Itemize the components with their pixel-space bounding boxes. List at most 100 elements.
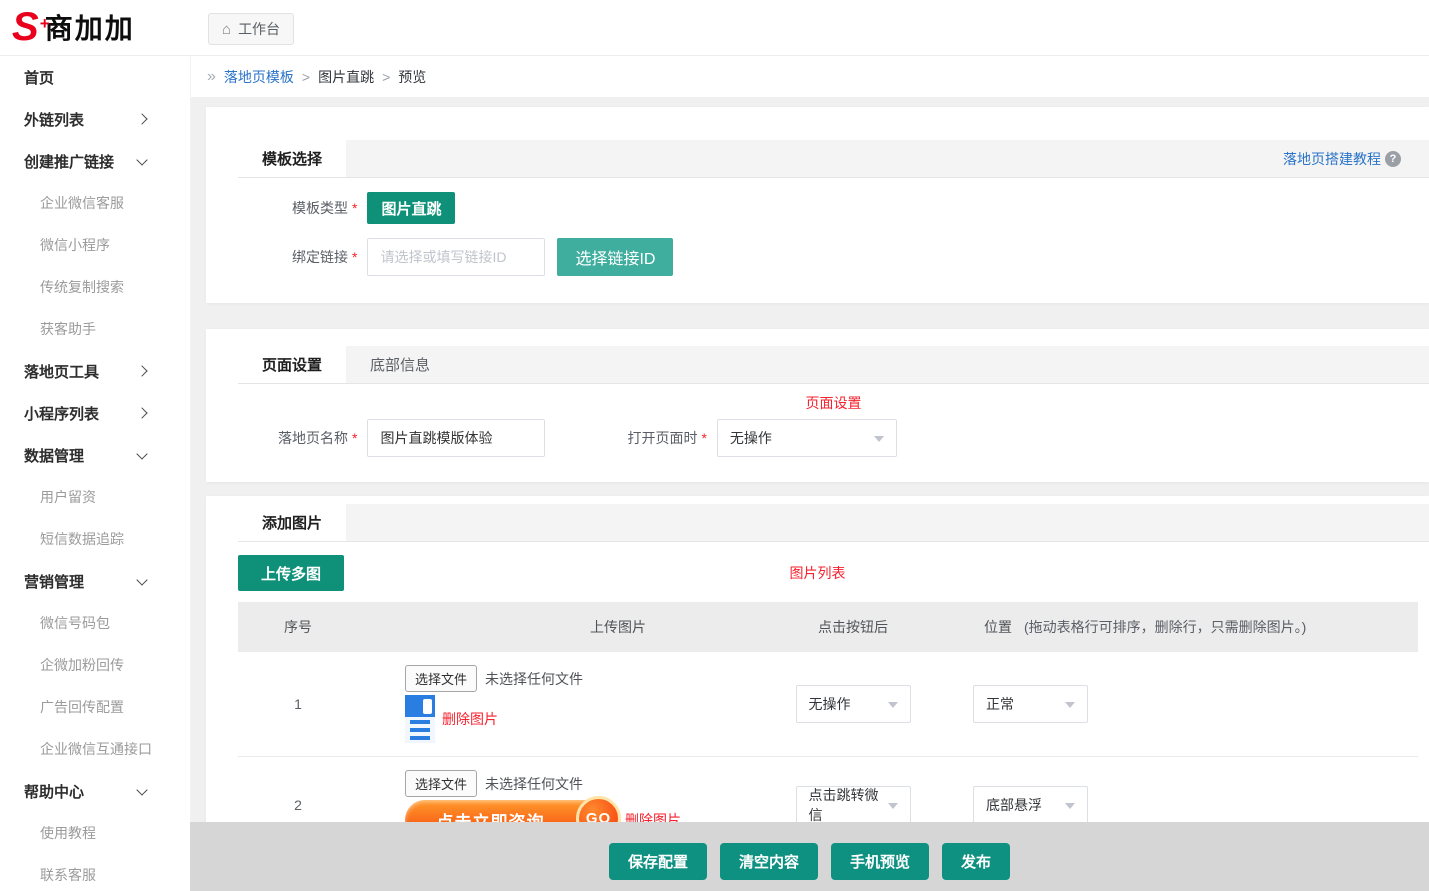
sidebar-item-wecom-fans-callback[interactable]: 企微加粉回传 bbox=[0, 644, 190, 686]
sidebar-item-miniprogram-list[interactable]: 小程序列表 bbox=[0, 392, 190, 434]
sidebar-item-data-management[interactable]: 数据管理 bbox=[0, 434, 190, 476]
sidebar-item-wechat-number-pack[interactable]: 微信号码包 bbox=[0, 602, 190, 644]
template-type-row: 模板类型 * 图片直跳 bbox=[238, 192, 1429, 224]
image-preview-line: 删除图片 bbox=[405, 695, 758, 743]
col-header-click-action: 点击按钮后 bbox=[758, 617, 948, 637]
choose-link-id-button[interactable]: 选择链接ID bbox=[557, 238, 673, 276]
caret-down-icon bbox=[1065, 803, 1075, 814]
landing-name-label: 落地页名称 bbox=[238, 428, 348, 448]
col-header-position: 位置 (拖动表格行可排序，删除行，只需删除图片。) bbox=[948, 617, 1418, 637]
choose-file-button[interactable]: 选择文件 bbox=[405, 770, 477, 797]
tab-add-images[interactable]: 添加图片 bbox=[238, 504, 346, 541]
file-status-text: 未选择任何文件 bbox=[485, 669, 583, 689]
breadcrumb-separator: > bbox=[302, 69, 310, 85]
file-status-text: 未选择任何文件 bbox=[485, 774, 583, 794]
open-page-label: 打开页面时 bbox=[587, 428, 697, 448]
template-type-button[interactable]: 图片直跳 bbox=[367, 192, 455, 224]
sidebar-item-tutorials[interactable]: 使用教程 bbox=[0, 812, 190, 854]
chevron-right-icon bbox=[136, 365, 147, 376]
row-position-cell: 正常 bbox=[948, 685, 1418, 723]
chevron-down-icon bbox=[136, 784, 147, 795]
click-action-select[interactable]: 点击跳转微信 bbox=[796, 786, 911, 824]
sidebar-item-user-leads[interactable]: 用户留资 bbox=[0, 476, 190, 518]
sidebar-item-marketing[interactable]: 营销管理 bbox=[0, 560, 190, 602]
sidebar-item-create-promo-link[interactable]: 创建推广链接 bbox=[0, 140, 190, 182]
row-position-cell: 底部悬浮 bbox=[948, 786, 1418, 824]
sidebar-item-external-links[interactable]: 外链列表 bbox=[0, 98, 190, 140]
save-config-button[interactable]: 保存配置 bbox=[609, 843, 707, 880]
table-row: 1 选择文件 未选择任何文件 删除图片 无操作 bbox=[238, 652, 1418, 757]
brand-name: 商加加 bbox=[45, 7, 135, 47]
bind-link-label: 绑定链接 bbox=[238, 247, 348, 267]
bind-link-input[interactable] bbox=[367, 238, 545, 276]
sidebar-item-wechat-miniprogram[interactable]: 微信小程序 bbox=[0, 224, 190, 266]
sidebar-item-sms-tracking[interactable]: 短信数据追踪 bbox=[0, 518, 190, 560]
help-question-icon: ? bbox=[1385, 151, 1401, 167]
images-card-tabbar: 添加图片 bbox=[238, 504, 1429, 542]
choose-file-button[interactable]: 选择文件 bbox=[405, 665, 477, 692]
sidebar-item-landing-tools[interactable]: 落地页工具 bbox=[0, 350, 190, 392]
tab-footer-info[interactable]: 底部信息 bbox=[346, 346, 454, 383]
app-window: S + 商加加 ⌂ 工作台 首页 外链列表 创建推广链接 企业微信客服 微信小程… bbox=[0, 0, 1429, 891]
row-upload-cell: 选择文件 未选择任何文件 删除图片 bbox=[358, 665, 758, 743]
upload-row: 图片列表 上传多图 bbox=[238, 555, 1429, 591]
sidebar-item-copy-search[interactable]: 传统复制搜索 bbox=[0, 266, 190, 308]
chevron-down-icon bbox=[136, 574, 147, 585]
breadcrumb-item-image-jump: 图片直跳 bbox=[318, 67, 374, 87]
template-card-tabbar: 模板选择 落地页搭建教程 ? bbox=[238, 140, 1429, 178]
footer-action-bar: 保存配置 清空内容 手机预览 发布 bbox=[190, 822, 1429, 891]
table-note: (拖动表格行可排序，删除行，只需删除图片。) bbox=[1024, 617, 1306, 637]
delete-image-link[interactable]: 删除图片 bbox=[442, 709, 498, 729]
bind-link-row: 绑定链接 * 选择链接ID bbox=[238, 238, 1429, 276]
mobile-preview-button[interactable]: 手机预览 bbox=[831, 843, 929, 880]
home-icon: ⌂ bbox=[222, 21, 231, 38]
required-mark: * bbox=[352, 200, 357, 216]
caret-down-icon bbox=[888, 702, 898, 713]
file-input: 选择文件 未选择任何文件 bbox=[405, 665, 758, 692]
chevron-right-icon bbox=[136, 113, 147, 124]
sidebar-item-help-center[interactable]: 帮助中心 bbox=[0, 770, 190, 812]
tab-page-settings[interactable]: 页面设置 bbox=[238, 346, 346, 383]
sidebar-item-wecom-service[interactable]: 企业微信客服 bbox=[0, 182, 190, 224]
row-action-cell: 无操作 bbox=[758, 685, 948, 723]
tab-template-select[interactable]: 模板选择 bbox=[238, 140, 346, 177]
position-select[interactable]: 正常 bbox=[973, 685, 1088, 723]
caret-down-icon bbox=[874, 436, 884, 447]
publish-button[interactable]: 发布 bbox=[942, 843, 1010, 880]
page-settings-section-title: 页面设置 bbox=[238, 393, 1429, 413]
landing-name-input[interactable] bbox=[367, 419, 545, 457]
row-index: 1 bbox=[238, 696, 358, 712]
landing-tutorial-link[interactable]: 落地页搭建教程 ? bbox=[1283, 140, 1401, 177]
logo-plus-icon: + bbox=[40, 1, 50, 47]
page-card-tabbar: 页面设置 底部信息 bbox=[238, 346, 1429, 384]
sidebar-item-ad-callback-config[interactable]: 广告回传配置 bbox=[0, 686, 190, 728]
open-page-select[interactable]: 无操作 bbox=[717, 419, 897, 457]
chevron-down-icon bbox=[136, 448, 147, 459]
breadcrumb-item-preview: 预览 bbox=[398, 67, 426, 87]
col-header-upload: 上传图片 bbox=[358, 617, 758, 637]
sidebar-item-wecom-interconnect[interactable]: 企业微信互通接口 bbox=[0, 728, 190, 770]
sidebar-item-contact-support[interactable]: 联系客服 bbox=[0, 854, 190, 891]
page-settings-fields: 落地页名称 * 打开页面时 * 无操作 bbox=[238, 419, 1429, 457]
images-table-header: 序号 上传图片 点击按钮后 位置 (拖动表格行可排序，删除行，只需删除图片。) bbox=[238, 602, 1418, 652]
images-table: 序号 上传图片 点击按钮后 位置 (拖动表格行可排序，删除行，只需删除图片。) … bbox=[238, 602, 1418, 854]
open-page-group: 打开页面时 * 无操作 bbox=[587, 419, 896, 457]
row-index: 2 bbox=[238, 797, 358, 813]
workspace-button-label: 工作台 bbox=[238, 19, 280, 39]
workspace-button[interactable]: ⌂ 工作台 bbox=[208, 13, 294, 45]
breadcrumb-chevrons-icon: » bbox=[207, 68, 216, 86]
row-action-cell: 点击跳转微信 bbox=[758, 786, 948, 824]
sidebar-item-lead-assistant[interactable]: 获客助手 bbox=[0, 308, 190, 350]
position-select[interactable]: 底部悬浮 bbox=[973, 786, 1088, 824]
top-header: S + 商加加 ⌂ 工作台 bbox=[0, 0, 1429, 56]
sidebar-item-home[interactable]: 首页 bbox=[0, 56, 190, 98]
template-select-card: 模板选择 落地页搭建教程 ? 模板类型 * 图片直跳 绑定链接 * 选择链接ID bbox=[206, 107, 1429, 303]
upload-multi-button[interactable]: 上传多图 bbox=[238, 555, 344, 591]
image-list-section-title: 图片列表 bbox=[238, 563, 1397, 583]
sidebar: 首页 外链列表 创建推广链接 企业微信客服 微信小程序 传统复制搜索 获客助手 … bbox=[0, 56, 191, 891]
breadcrumb-link-landing-templates[interactable]: 落地页模板 bbox=[224, 67, 294, 87]
file-input: 选择文件 未选择任何文件 bbox=[405, 770, 758, 797]
clear-content-button[interactable]: 清空内容 bbox=[720, 843, 818, 880]
logo-s-icon: S + bbox=[12, 4, 39, 50]
click-action-select[interactable]: 无操作 bbox=[796, 685, 911, 723]
